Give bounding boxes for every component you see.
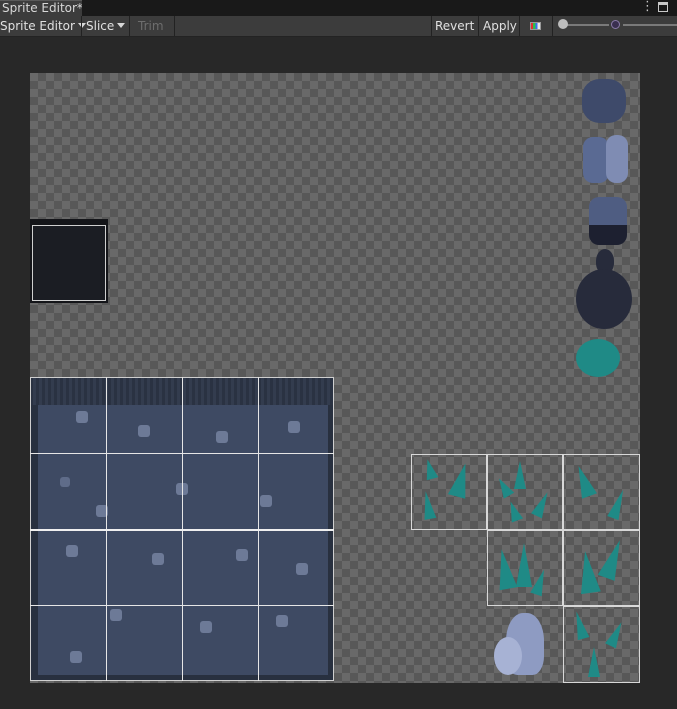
mip-level-icon <box>611 20 620 29</box>
window-title-bar: Sprite Editor* ⋮ <box>0 0 677 16</box>
color-channels-button[interactable] <box>519 16 552 36</box>
crystal-shard <box>419 490 437 520</box>
rgb-channels-icon <box>530 22 541 30</box>
crystal-shard <box>597 537 629 581</box>
boulder-sprite[interactable] <box>494 611 556 677</box>
texture-preview[interactable] <box>30 73 640 683</box>
separator <box>81 16 82 36</box>
crystal-shard <box>575 549 601 595</box>
tab-sprite-editor[interactable]: Sprite Editor* <box>0 0 82 16</box>
zoom-slider-thumb[interactable] <box>558 19 568 29</box>
crystal-shard <box>421 457 439 481</box>
maximize-icon[interactable] <box>658 2 668 12</box>
crystal-shard <box>516 543 532 587</box>
crystal-shard <box>492 547 518 591</box>
dark-orb-sprite[interactable] <box>576 269 632 329</box>
separator <box>174 16 175 36</box>
crystal-shard <box>571 463 597 499</box>
crystal-shard <box>530 567 550 597</box>
separator <box>129 16 130 36</box>
crystal-shard <box>531 489 553 519</box>
crystal-shard <box>605 619 627 649</box>
slice-label: Slice <box>86 19 115 33</box>
toolbar: Sprite Editor Slice Trim Revert Apply <box>0 16 677 37</box>
crystal-shard <box>504 499 524 523</box>
slice-dropdown[interactable]: Slice <box>86 16 128 36</box>
crystal-sprite-4[interactable] <box>487 530 563 606</box>
pillar-right-sprite[interactable] <box>606 135 628 183</box>
crystal-shard <box>493 475 515 499</box>
separator <box>478 16 479 36</box>
crystal-shard <box>447 461 475 499</box>
mode-label: Sprite Editor <box>0 19 75 33</box>
crystal-sprite-3[interactable] <box>563 454 640 530</box>
trim-button[interactable]: Trim <box>138 16 174 36</box>
teal-orb-sprite[interactable] <box>576 339 620 377</box>
mip-slider-track[interactable] <box>623 24 677 26</box>
crystal-sprite-5[interactable] <box>563 530 640 606</box>
dark-square-sprite[interactable] <box>30 219 108 303</box>
block-sprite[interactable] <box>589 197 627 245</box>
crystal-shard <box>607 487 629 521</box>
sprite-canvas[interactable] <box>0 37 677 709</box>
crystal-shard <box>570 609 590 641</box>
crystal-sprite-6[interactable] <box>563 606 640 683</box>
zoom-slider-track[interactable] <box>563 24 609 26</box>
crystal-sprite-1[interactable] <box>411 454 487 530</box>
separator <box>431 16 432 36</box>
chevron-down-icon <box>117 23 126 28</box>
boulder-small <box>494 637 522 675</box>
slice-line <box>30 453 334 454</box>
sprite-rect <box>32 225 106 301</box>
more-vertical-icon[interactable]: ⋮ <box>641 0 654 16</box>
slice-line <box>30 529 334 531</box>
apply-button[interactable]: Apply <box>483 16 519 36</box>
revert-button[interactable]: Revert <box>435 16 477 36</box>
round-stone-sprite[interactable] <box>582 79 626 123</box>
crystal-sprite-2[interactable] <box>487 454 563 530</box>
stone-tilemap[interactable] <box>30 377 334 681</box>
slice-line <box>30 605 334 606</box>
separator <box>552 16 553 36</box>
crystal-shard <box>514 461 526 489</box>
sprite-editor-mode-dropdown[interactable]: Sprite Editor <box>0 16 86 36</box>
crystal-shard <box>588 647 600 677</box>
